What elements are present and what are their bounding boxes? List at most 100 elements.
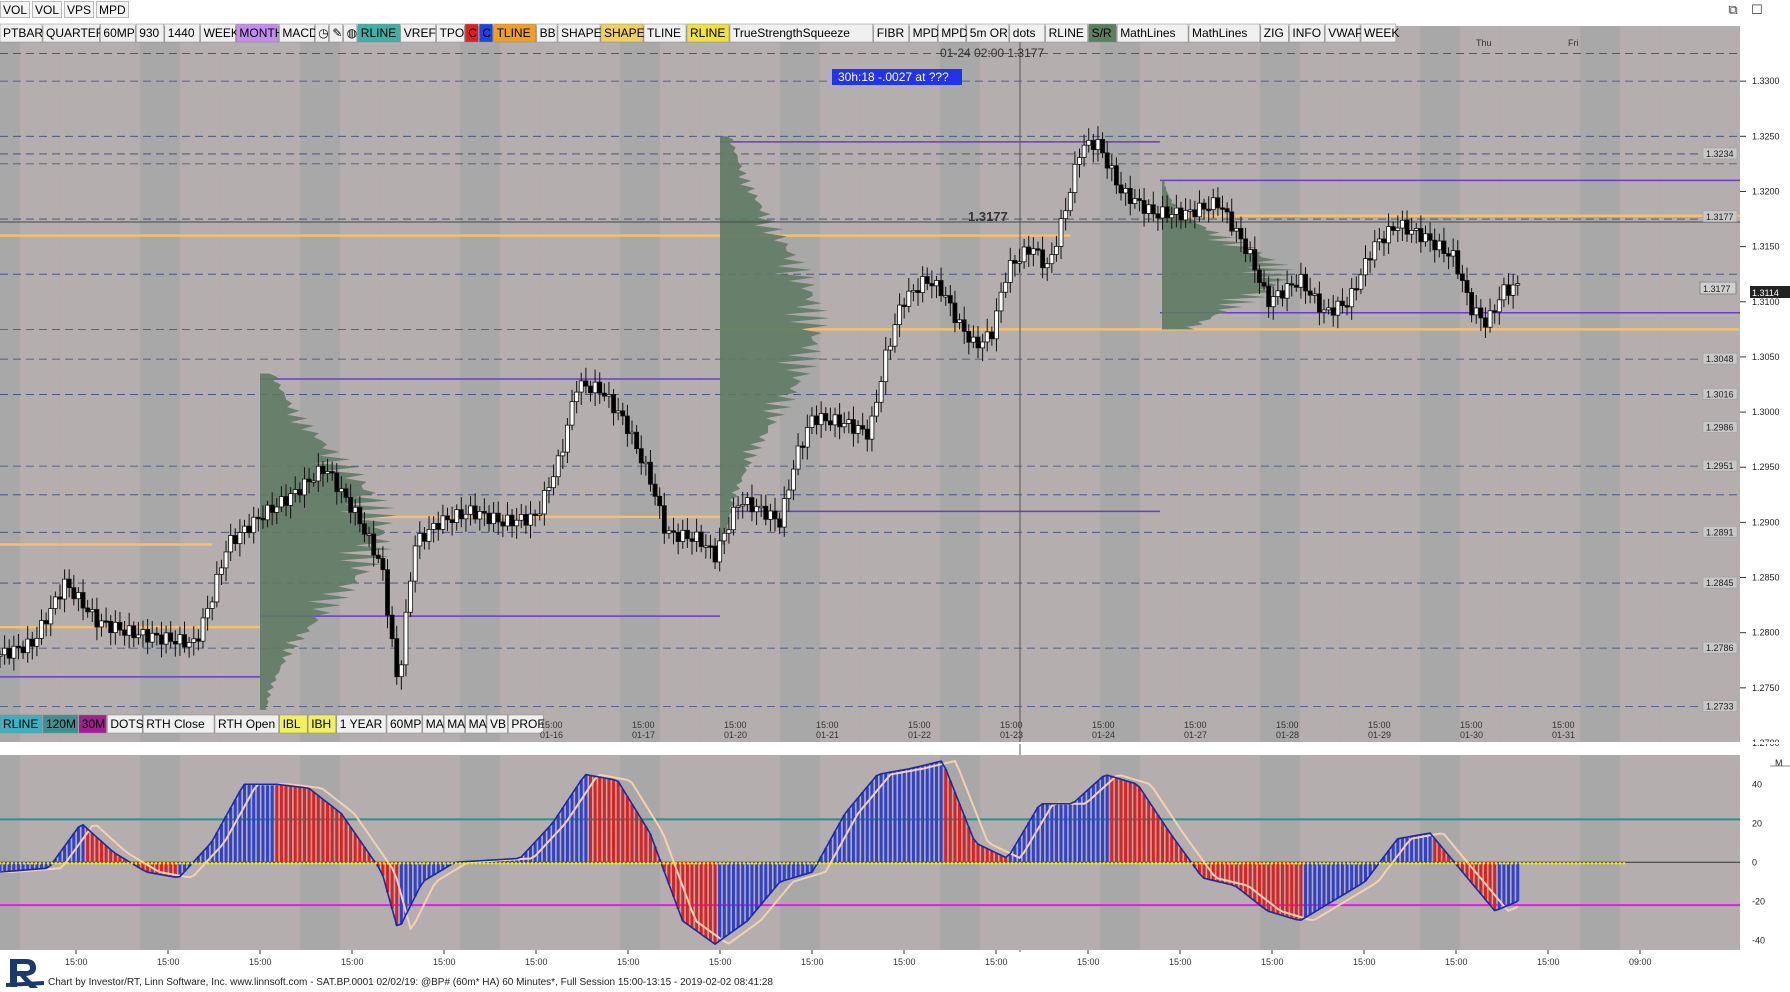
toolbar-button-shape-19[interactable]: SHAPE (600, 23, 645, 43)
restore-window-icon[interactable]: ⧉ (1722, 0, 1744, 20)
toolbar-button-week-5[interactable]: WEEK (200, 23, 239, 43)
toolbar-button-ma-10[interactable]: MA (422, 714, 444, 734)
candle-body (426, 529, 432, 542)
toolbar-button-tline-16[interactable]: TLINE (493, 23, 536, 43)
toolbar-button-week-35[interactable]: WEEK (1360, 23, 1399, 43)
toolbar-button-60mp-9[interactable]: 60MP (386, 714, 423, 734)
toolbar-button-30m-2[interactable]: 30M (78, 714, 107, 734)
toolbar-button-dots-27[interactable]: dots (1009, 23, 1045, 43)
zero-dot (1370, 861, 1374, 865)
toolbar-button-rth-close-4[interactable]: RTH Close (142, 714, 215, 734)
toolbar-button-quarter-1[interactable]: QUARTER (42, 23, 105, 43)
zero-dot (1010, 861, 1014, 865)
macd-time-label: 15:00 (1077, 957, 1100, 967)
menu-item-vol-0[interactable]: VOL (0, 1, 31, 18)
toolbar-button-mathlines-30[interactable]: MathLines (1116, 23, 1189, 43)
zero-dot (1094, 861, 1098, 865)
price-tick-label: 1.3000 (1752, 407, 1780, 417)
zero-dot (1098, 861, 1102, 865)
candle-body (966, 331, 972, 343)
zero-dot (206, 861, 210, 865)
toolbar-button-tpo-13[interactable]: TPO (436, 23, 465, 43)
toolbar-button-930-3[interactable]: 930 (135, 23, 165, 43)
toolbar-button-c-14[interactable]: C (464, 23, 479, 43)
toolbar-button-macd-7[interactable]: MACD (279, 23, 318, 43)
zero-dot (574, 861, 578, 865)
candle-body (440, 515, 446, 530)
menu-item-mpd-3[interactable]: MPD (96, 1, 129, 18)
zero-dot (698, 861, 702, 865)
candle-body (920, 276, 926, 294)
toolbar-button-1-year-8[interactable]: 1 YEAR (336, 714, 387, 734)
toolbar-button-ma-11[interactable]: MA (443, 714, 465, 734)
toolbar-button-vref-12[interactable]: VREF (400, 23, 436, 43)
toolbar-button-120m-1[interactable]: 120M (42, 714, 79, 734)
candle-body (1303, 274, 1308, 292)
toolbar-button-tline-20[interactable]: TLINE (643, 23, 687, 43)
menu-item-vol-1[interactable]: VOL (32, 1, 63, 18)
toolbar-button-mpd-25[interactable]: MPD (937, 23, 968, 43)
toolbar-button-mathlines-31[interactable]: MathLines (1188, 23, 1261, 43)
zero-dot (986, 861, 990, 865)
toolbar-button-rline-0[interactable]: RLINE (0, 714, 43, 734)
candle-body (892, 324, 898, 347)
zero-dot (1162, 861, 1166, 865)
toolbar-button---8[interactable]: ◷ (314, 23, 329, 43)
toolbar-button-shape-18[interactable]: SHAPE (557, 23, 602, 43)
toolbar-button-s-r-29[interactable]: S/R (1088, 23, 1117, 43)
candle-body (906, 290, 912, 307)
candle-body (671, 530, 676, 533)
toolbar-button-1440-4[interactable]: 1440 (164, 23, 200, 43)
zero-dot (722, 861, 726, 865)
zero-dot (674, 861, 678, 865)
zero-dot (1246, 861, 1250, 865)
toolbar-button-bb-17[interactable]: BB (536, 23, 558, 43)
toolbar-button-ibh-7[interactable]: IBH (307, 714, 337, 734)
toolbar-button-month-6[interactable]: MONTH (236, 23, 283, 43)
zero-dot (1390, 861, 1394, 865)
zero-dot (1310, 861, 1314, 865)
toolbar-button-ma-12[interactable]: MA (465, 714, 487, 734)
toolbar-button-vwap-34[interactable]: VWAP (1324, 23, 1363, 43)
candle-body (1496, 299, 1502, 313)
toolbar-button-mpd-24[interactable]: MPD (909, 23, 940, 43)
candle-body (1326, 307, 1332, 311)
candle-body (860, 425, 866, 430)
toolbar-button-vb-13[interactable]: VB (486, 714, 508, 734)
toolbar-button-ptbar-0[interactable]: PTBAR (0, 23, 43, 43)
toolbar-button-rline-21[interactable]: RLINE (686, 23, 730, 43)
toolbar-button-info-33[interactable]: INFO (1289, 23, 1325, 43)
candle-body (112, 621, 118, 634)
toolbar-button-dots-3[interactable]: DOTS (107, 714, 144, 734)
toolbar-button-rline-11[interactable]: RLINE (357, 23, 401, 43)
toolbar-button---9[interactable]: ✎ (329, 23, 343, 43)
toolbar-button-zig-32[interactable]: ZIG (1260, 23, 1289, 43)
candle-body (0, 654, 3, 657)
menu-item-vps-2[interactable]: VPS (64, 1, 95, 18)
candle-body (657, 495, 663, 507)
candle-body (1160, 206, 1165, 219)
zero-dot (662, 861, 666, 865)
toolbar-button-fibr-23[interactable]: FIBR (873, 23, 909, 43)
zero-dot (1062, 861, 1066, 865)
toolbar-button-truestrengthsqueeze-22[interactable]: TrueStrengthSqueeze (729, 23, 874, 43)
zero-dot (246, 861, 250, 865)
toolbar-button---10[interactable]: ◍ (343, 23, 357, 43)
toolbar-button-60mp-2[interactable]: 60MP (100, 23, 136, 43)
toolbar-button-ibl-6[interactable]: IBL (279, 714, 308, 734)
zero-dot (1622, 861, 1626, 865)
zero-dot (134, 861, 138, 865)
zero-dot (1586, 861, 1590, 865)
toolbar-button-5m-or-26[interactable]: 5m OR (966, 23, 1010, 43)
chart-canvas[interactable]: PTBAR QUARTER60MP 930 1440 WEEK MONTH MACD ◷ ✎ ◍ R… (0, 22, 1790, 977)
maximize-window-icon[interactable]: ☐ (1746, 0, 1768, 20)
toolbar-button-rth-open-5[interactable]: RTH Open (214, 714, 279, 734)
candle-body (80, 592, 86, 609)
toolbar-button-rline-28[interactable]: RLINE (1045, 23, 1088, 43)
toolbar-button-label: PTBAR (3, 26, 43, 40)
zero-dot (510, 861, 514, 865)
candle-body (1030, 248, 1036, 255)
candle-body (1026, 246, 1032, 255)
candle-body (994, 310, 999, 340)
toolbar-button-c-15[interactable]: C (479, 23, 493, 43)
